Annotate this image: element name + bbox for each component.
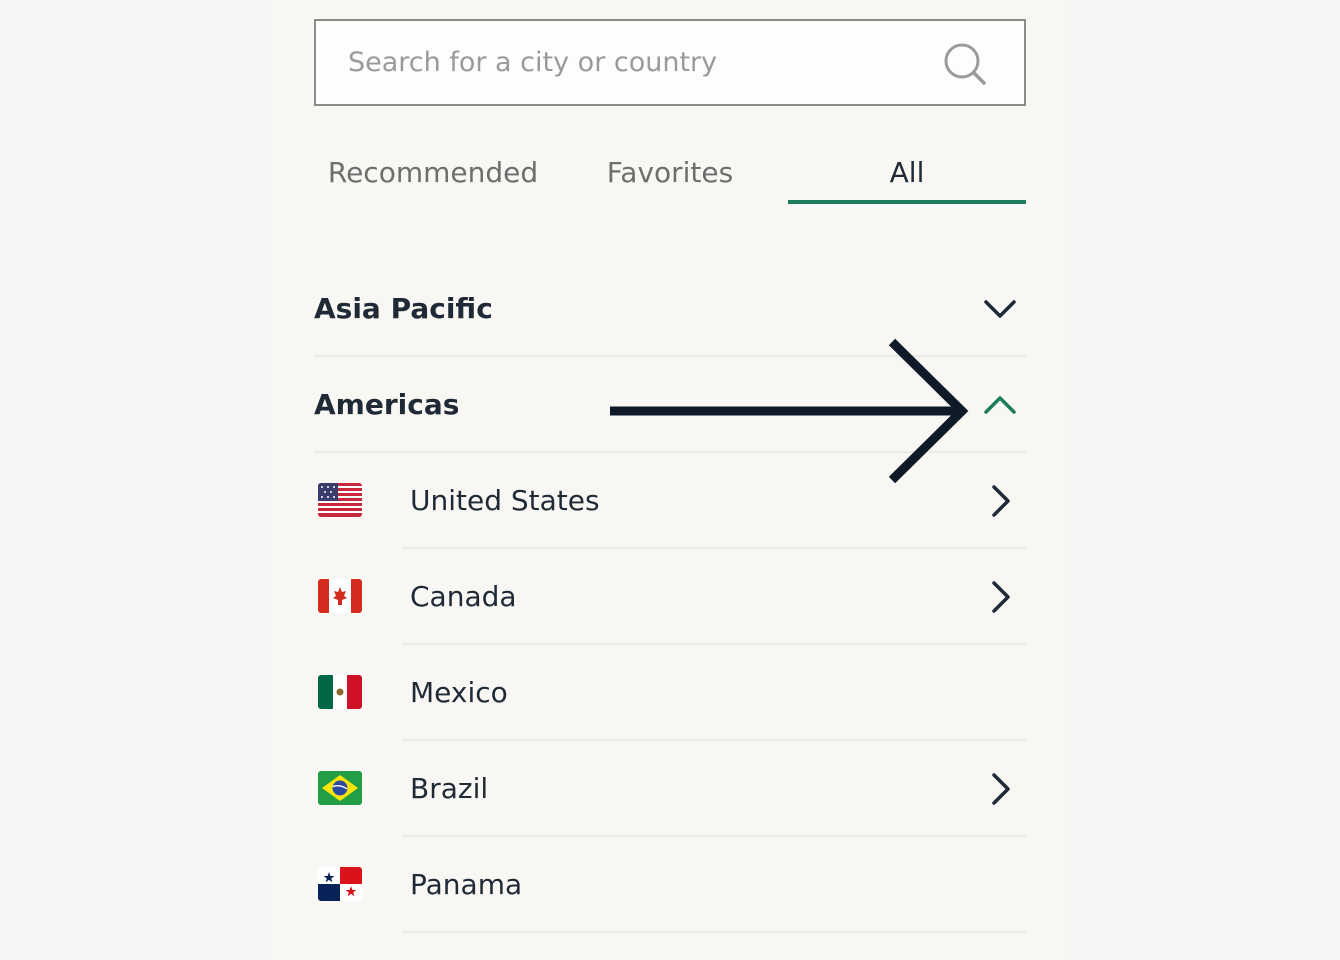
region-asia-pacific[interactable]: Asia Pacific (314, 261, 1026, 357)
chevron-right-icon[interactable] (986, 771, 1014, 807)
tab-favorites[interactable]: Favorites (551, 148, 789, 204)
us-flag-icon (318, 483, 362, 517)
search-input[interactable] (348, 21, 928, 104)
tab-recommended[interactable]: Recommended (314, 148, 552, 204)
brazil-flag-icon (318, 771, 362, 805)
country-canada[interactable]: Canada (314, 549, 1026, 645)
row-divider (402, 931, 1026, 933)
country-label: Panama (410, 868, 523, 901)
country-label: United States (410, 484, 600, 517)
region-label: Americas (314, 388, 460, 421)
search-box[interactable] (314, 19, 1026, 106)
canada-flag-icon (318, 579, 362, 613)
mexico-flag-icon (318, 675, 362, 709)
chevron-right-icon[interactable] (986, 483, 1014, 519)
chevron-down-icon[interactable] (982, 293, 1018, 325)
country-label: Brazil (410, 772, 489, 805)
search-icon[interactable] (942, 41, 988, 87)
region-label: Asia Pacific (314, 292, 493, 325)
region-americas[interactable]: Americas (314, 357, 1026, 453)
country-mexico[interactable]: Mexico (314, 645, 1026, 741)
chevron-right-icon[interactable] (986, 579, 1014, 615)
country-label: Canada (410, 580, 517, 613)
tab-all[interactable]: All (788, 148, 1026, 204)
country-brazil[interactable]: Brazil (314, 741, 1026, 837)
chevron-up-icon[interactable] (982, 389, 1018, 421)
country-label: Mexico (410, 676, 508, 709)
panama-flag-icon (318, 867, 362, 901)
country-panama[interactable]: Panama (314, 837, 1026, 933)
country-united-states[interactable]: United States (314, 453, 1026, 549)
